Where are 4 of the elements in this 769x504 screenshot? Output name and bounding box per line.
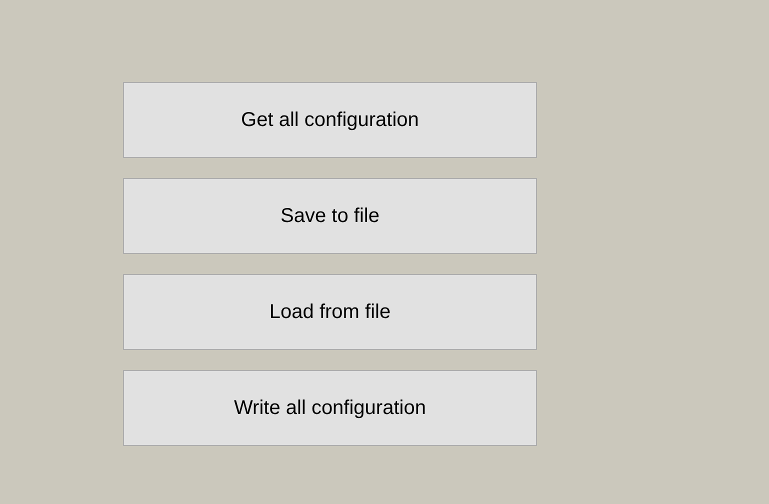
action-button[interactable]: Get all configuration [123,82,537,158]
action-button[interactable]: Write all configuration [123,370,537,446]
action-button[interactable]: Save to file [123,178,537,254]
action-button[interactable]: Load from file [123,274,537,350]
